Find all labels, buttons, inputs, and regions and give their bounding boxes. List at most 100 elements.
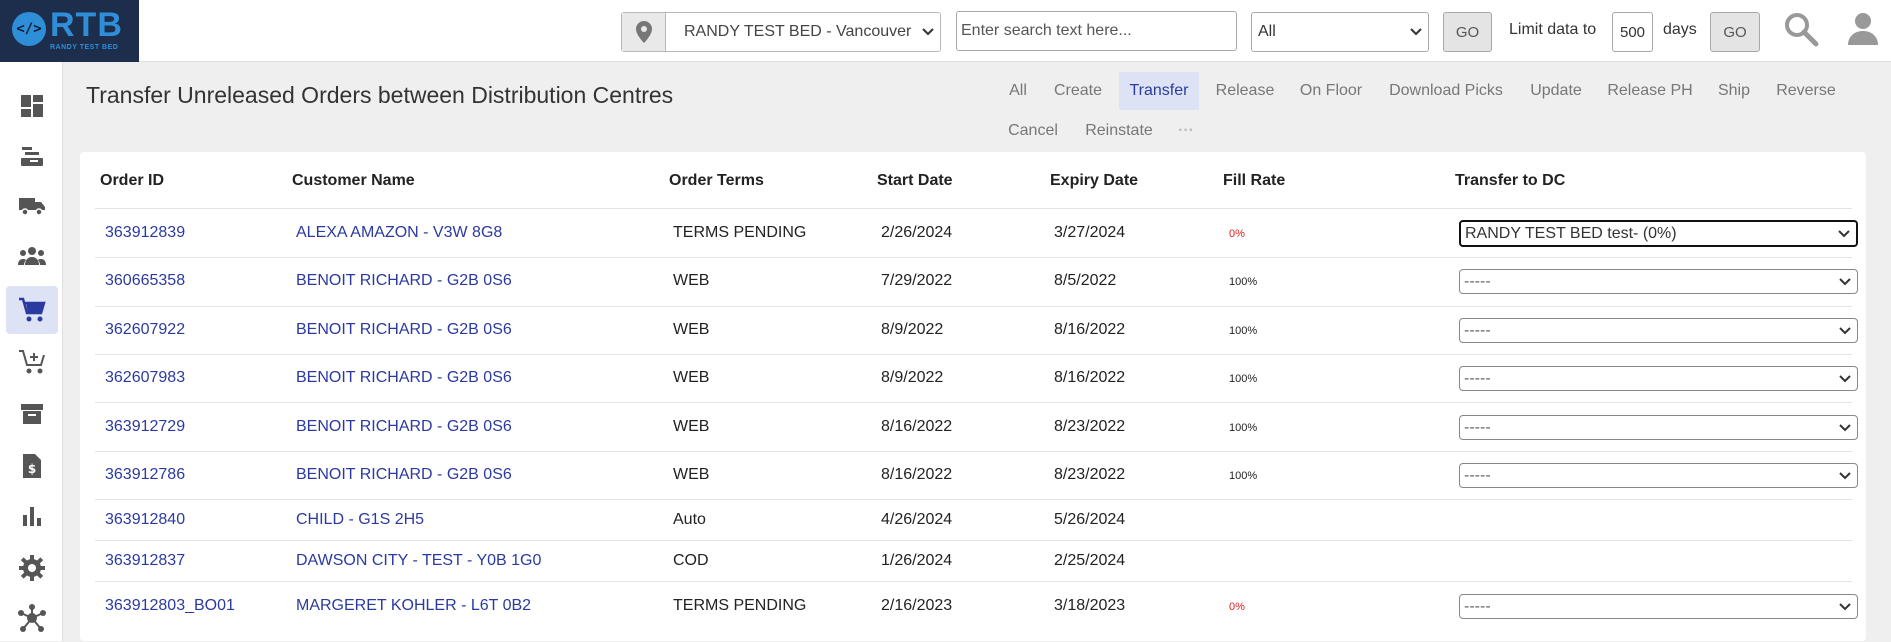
sidebar-item-orders[interactable] bbox=[6, 286, 58, 334]
top-bar: </> RTB RANDY TEST BED RANDY TEST BED - … bbox=[0, 0, 1891, 62]
transfer-dc-value: ----- bbox=[1464, 369, 1491, 387]
header-customer-name[interactable]: Customer Name bbox=[292, 172, 415, 190]
sidebar-item-add-order[interactable] bbox=[6, 338, 58, 386]
fill-rate: 100% bbox=[1229, 373, 1258, 385]
transfer-dc-value: ----- bbox=[1464, 272, 1491, 290]
header-order-id[interactable]: Order ID bbox=[100, 172, 164, 190]
order-terms: WEB bbox=[673, 369, 710, 386]
more-tabs-icon[interactable]: ··· bbox=[1174, 112, 1198, 150]
fill-rate: 100% bbox=[1229, 422, 1258, 434]
order-id-link[interactable]: 363912786 bbox=[105, 466, 185, 484]
order-id-link[interactable]: 363912839 bbox=[105, 224, 185, 242]
transfer-dc-select[interactable]: ----- bbox=[1459, 269, 1858, 294]
order-id-link[interactable]: 362607922 bbox=[105, 321, 185, 339]
days-label: days bbox=[1663, 21, 1697, 38]
transfer-dc-value: ----- bbox=[1464, 597, 1491, 615]
page-title: Transfer Unreleased Orders between Distr… bbox=[86, 82, 674, 108]
header-fill-rate[interactable]: Fill Rate bbox=[1223, 172, 1285, 190]
start-date: 2/16/2023 bbox=[881, 597, 953, 614]
sidebar-item-shipping[interactable] bbox=[6, 182, 58, 230]
expiry-date: 3/18/2023 bbox=[1054, 597, 1126, 614]
sidebar-item-billing[interactable]: $ bbox=[6, 442, 58, 490]
chevron-down-icon bbox=[1833, 602, 1857, 611]
code-icon: </> bbox=[12, 12, 46, 46]
transfer-dc-select[interactable]: RANDY TEST BED test- (0%) bbox=[1459, 220, 1858, 247]
row-divider bbox=[95, 451, 1852, 452]
invoice-icon: $ bbox=[23, 454, 41, 478]
transfer-dc-select[interactable]: ----- bbox=[1459, 415, 1858, 440]
tab-on-floor[interactable]: On Floor bbox=[1294, 72, 1368, 110]
order-terms: WEB bbox=[673, 272, 710, 289]
tab-create[interactable]: Create bbox=[1050, 72, 1106, 110]
order-id-link[interactable]: 360665358 bbox=[105, 272, 185, 290]
order-id-link[interactable]: 363912803_BO01 bbox=[105, 597, 235, 615]
users-icon bbox=[18, 247, 46, 265]
bar-chart-icon bbox=[23, 507, 41, 526]
sidebar-item-dashboard[interactable] bbox=[6, 82, 58, 130]
tab-reinstate[interactable]: Reinstate bbox=[1080, 112, 1158, 150]
brand-logo[interactable]: </> RTB RANDY TEST BED bbox=[0, 0, 139, 62]
transfer-dc-value: RANDY TEST BED test- (0%) bbox=[1465, 224, 1677, 242]
order-id-link[interactable]: 363912840 bbox=[105, 511, 185, 529]
sidebar-item-reports[interactable] bbox=[6, 492, 58, 540]
header-transfer-to-dc[interactable]: Transfer to DC bbox=[1455, 172, 1565, 190]
tab-update[interactable]: Update bbox=[1522, 72, 1590, 110]
row-divider bbox=[95, 581, 1852, 582]
location-value: RANDY TEST BED - Vancouver bbox=[684, 23, 912, 40]
truck-icon bbox=[19, 198, 45, 216]
customer-link[interactable]: CHILD - G1S 2H5 bbox=[296, 511, 424, 529]
sidebar-item-receiving[interactable] bbox=[6, 132, 58, 180]
limit-days-input[interactable]: 500 bbox=[1612, 12, 1653, 52]
customer-link[interactable]: BENOIT RICHARD - G2B 0S6 bbox=[296, 369, 512, 387]
customer-link[interactable]: DAWSON CITY - TEST - Y0B 1G0 bbox=[296, 552, 541, 570]
tab-reverse[interactable]: Reverse bbox=[1772, 72, 1840, 110]
customer-link[interactable]: MARGERET KOHLER - L6T 0B2 bbox=[296, 597, 531, 615]
receiving-icon bbox=[21, 147, 43, 166]
tab-download-picks[interactable]: Download Picks bbox=[1382, 72, 1510, 110]
search-icon[interactable] bbox=[1780, 8, 1822, 50]
order-id-link[interactable]: 363912729 bbox=[105, 418, 185, 436]
chevron-down-icon bbox=[1833, 374, 1857, 383]
order-terms: TERMS PENDING bbox=[673, 597, 807, 614]
svg-text:$: $ bbox=[28, 462, 36, 476]
transfer-dc-value: ----- bbox=[1464, 466, 1491, 484]
customer-link[interactable]: BENOIT RICHARD - G2B 0S6 bbox=[296, 272, 512, 290]
sidebar-item-settings[interactable] bbox=[6, 544, 58, 592]
fill-rate: 100% bbox=[1229, 276, 1258, 288]
row-divider bbox=[95, 499, 1852, 500]
filter-select[interactable]: All bbox=[1251, 12, 1429, 52]
go-button[interactable]: GO bbox=[1443, 12, 1492, 52]
location-select[interactable]: RANDY TEST BED - Vancouver bbox=[621, 12, 941, 52]
customer-link[interactable]: BENOIT RICHARD - G2B 0S6 bbox=[296, 466, 512, 484]
location-pin-icon bbox=[622, 13, 666, 51]
header-divider bbox=[95, 208, 1852, 209]
tab-ship[interactable]: Ship bbox=[1710, 72, 1758, 110]
transfer-dc-select[interactable]: ----- bbox=[1459, 463, 1858, 488]
tab-transfer[interactable]: Transfer bbox=[1119, 72, 1199, 110]
transfer-dc-select[interactable]: ----- bbox=[1459, 318, 1858, 343]
customer-link[interactable]: BENOIT RICHARD - G2B 0S6 bbox=[296, 321, 512, 339]
sidebar-item-integrations[interactable] bbox=[6, 594, 58, 642]
transfer-dc-select[interactable]: ----- bbox=[1459, 366, 1858, 391]
header-expiry-date[interactable]: Expiry Date bbox=[1050, 172, 1138, 190]
user-icon[interactable] bbox=[1842, 8, 1884, 50]
tab-all[interactable]: All bbox=[1000, 72, 1036, 110]
order-id-link[interactable]: 363912837 bbox=[105, 552, 185, 570]
tab-release[interactable]: Release bbox=[1210, 72, 1280, 110]
limit-go-button[interactable]: GO bbox=[1710, 12, 1760, 52]
start-date: 1/26/2024 bbox=[881, 552, 953, 569]
sidebar-item-inventory[interactable] bbox=[6, 390, 58, 438]
start-date: 2/26/2024 bbox=[881, 224, 953, 241]
tab-cancel[interactable]: Cancel bbox=[1000, 112, 1066, 150]
header-start-date[interactable]: Start Date bbox=[877, 172, 953, 190]
search-input[interactable] bbox=[956, 11, 1237, 51]
header-order-terms[interactable]: Order Terms bbox=[669, 172, 764, 190]
customer-link[interactable]: BENOIT RICHARD - G2B 0S6 bbox=[296, 418, 512, 436]
transfer-dc-select[interactable]: ----- bbox=[1459, 594, 1858, 619]
expiry-date: 2/25/2024 bbox=[1054, 552, 1126, 569]
expiry-date: 8/23/2022 bbox=[1054, 418, 1126, 435]
customer-link[interactable]: ALEXA AMAZON - V3W 8G8 bbox=[296, 224, 502, 242]
order-id-link[interactable]: 362607983 bbox=[105, 369, 185, 387]
sidebar-item-customers[interactable] bbox=[6, 232, 58, 280]
tab-release-ph[interactable]: Release PH bbox=[1604, 72, 1696, 110]
